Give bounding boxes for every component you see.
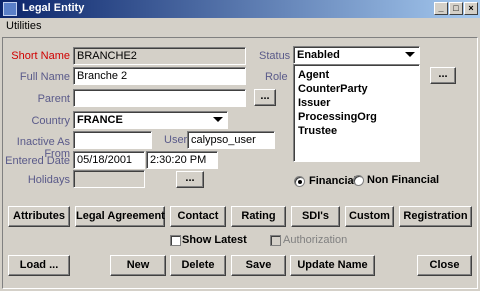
inactive-as-from-field[interactable] <box>73 131 152 149</box>
chevron-down-icon <box>401 48 417 62</box>
parent-field[interactable] <box>73 89 246 107</box>
tab-sdis[interactable]: SDI's <box>291 206 340 227</box>
menu-utilities[interactable]: Utilities <box>6 20 41 32</box>
list-item[interactable]: Agent <box>298 68 415 82</box>
non-financial-label: Non Financial <box>367 174 440 186</box>
non-financial-radio[interactable] <box>353 175 364 186</box>
close-icon[interactable]: × <box>464 2 478 15</box>
holidays-field[interactable] <box>73 170 145 188</box>
short-name-field[interactable]: BRANCHE2 <box>73 47 246 65</box>
entered-date-label: Entered Date <box>5 155 70 167</box>
country-select[interactable]: FRANCE <box>73 111 228 129</box>
parent-browse-button[interactable]: ... <box>254 89 276 106</box>
role-label: Role <box>265 71 288 83</box>
country-value: FRANCE <box>77 114 123 126</box>
tab-legal-agreement[interactable]: Legal Agreement <box>75 206 165 227</box>
title-bar: Legal Entity _ □ × <box>0 0 480 18</box>
user-field[interactable]: calypso_user <box>187 131 275 149</box>
holidays-label: Holidays <box>27 174 70 186</box>
status-value: Enabled <box>297 49 340 61</box>
save-button[interactable]: Save <box>231 255 286 276</box>
full-name-label: Full Name <box>19 71 70 83</box>
tab-registration[interactable]: Registration <box>399 206 472 227</box>
tab-custom[interactable]: Custom <box>345 206 394 227</box>
user-label: User <box>164 134 188 146</box>
entered-time-field[interactable]: 2:30:20 PM <box>146 151 218 169</box>
authorization-checkbox <box>270 235 281 246</box>
show-latest-checkbox[interactable] <box>170 235 181 246</box>
financial-radio[interactable] <box>294 176 305 187</box>
list-item[interactable]: ProcessingOrg <box>298 110 415 124</box>
show-latest-label: Show Latest <box>182 234 247 246</box>
authorization-label: Authorization <box>283 234 348 246</box>
new-button[interactable]: New <box>110 255 166 276</box>
entered-date-field[interactable]: 05/18/2001 <box>73 151 145 169</box>
delete-button[interactable]: Delete <box>170 255 226 276</box>
chevron-down-icon <box>209 113 225 127</box>
tab-contact[interactable]: Contact <box>170 206 226 227</box>
menu-bar: Utilities <box>0 18 480 36</box>
full-name-field[interactable]: Branche 2 <box>73 67 246 85</box>
financial-label: Financial <box>309 175 357 187</box>
update-name-button[interactable]: Update Name <box>290 255 375 276</box>
tab-attributes[interactable]: Attributes <box>8 206 70 227</box>
minimize-icon[interactable]: _ <box>434 2 448 15</box>
role-list[interactable]: Agent CounterParty Issuer ProcessingOrg … <box>293 64 420 162</box>
load-button[interactable]: Load ... <box>8 255 70 276</box>
tab-rating[interactable]: Rating <box>231 206 286 227</box>
holidays-browse-button[interactable]: ... <box>176 171 204 188</box>
country-label: Country <box>31 115 70 127</box>
app-icon <box>3 2 17 16</box>
role-browse-button[interactable]: ... <box>430 67 456 84</box>
window-title: Legal Entity <box>22 2 85 14</box>
close-button[interactable]: Close <box>417 255 472 276</box>
maximize-icon[interactable]: □ <box>449 2 463 15</box>
list-item[interactable]: Trustee <box>298 124 415 138</box>
status-select[interactable]: Enabled <box>293 46 420 64</box>
list-item[interactable]: CounterParty <box>298 82 415 96</box>
status-label: Status <box>259 50 291 62</box>
short-name-label: Short Name <box>11 50 70 62</box>
list-item[interactable]: Issuer <box>298 96 415 110</box>
parent-label: Parent <box>37 93 70 105</box>
